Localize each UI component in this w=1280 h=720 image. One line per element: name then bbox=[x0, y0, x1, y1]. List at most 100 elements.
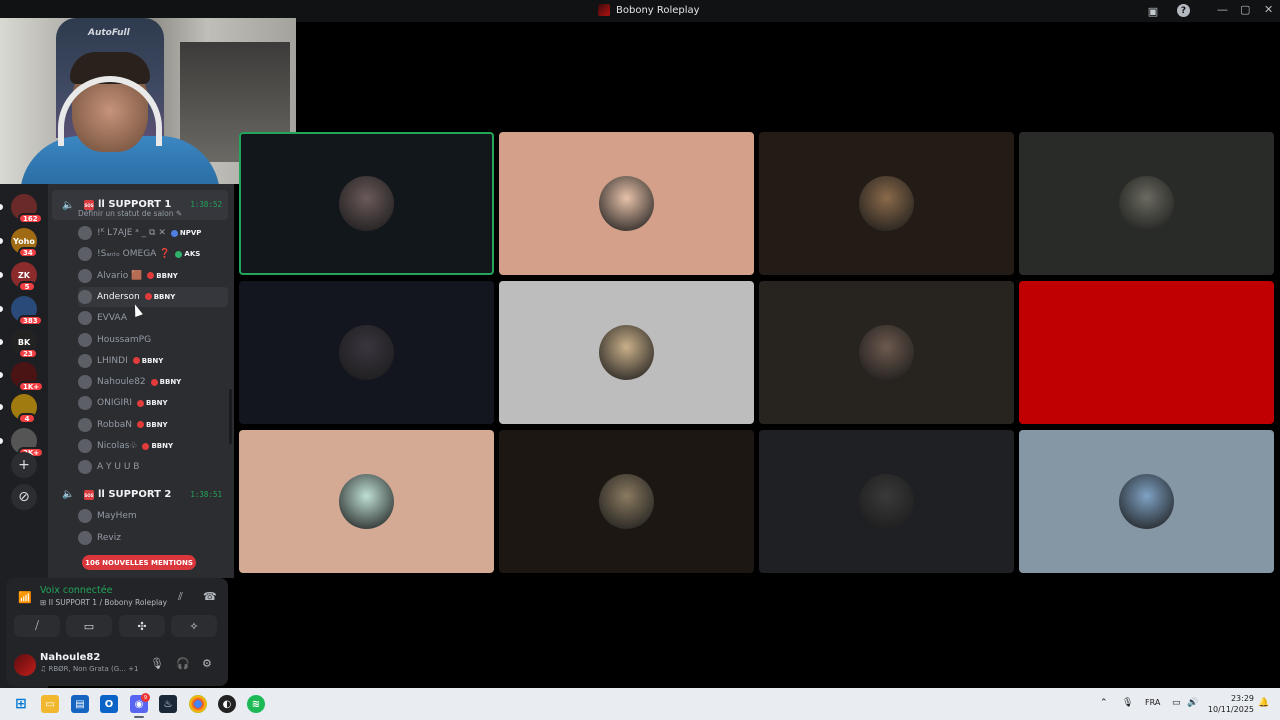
volume-icon[interactable]: 🔊 bbox=[1187, 698, 1198, 708]
tag-badge-icon bbox=[137, 399, 145, 407]
window-title: Bobony Roleplay bbox=[598, 4, 700, 16]
voice-member[interactable]: RobbaN BBNY bbox=[78, 415, 228, 435]
fivem-icon[interactable]: ◐ bbox=[218, 695, 236, 713]
user-status: ♫ RBØR, Non Grata (G... +1 bbox=[40, 665, 139, 673]
participant-tile[interactable] bbox=[759, 430, 1014, 573]
participant-avatar bbox=[1119, 325, 1174, 380]
participant-tile[interactable] bbox=[759, 132, 1014, 275]
member-name: A Y U U B bbox=[97, 462, 140, 473]
participant-tile[interactable] bbox=[1019, 132, 1274, 275]
participant-tile[interactable] bbox=[1019, 430, 1274, 573]
participant-tile[interactable] bbox=[239, 430, 494, 573]
member-avatar bbox=[78, 417, 92, 432]
participant-avatar bbox=[1119, 474, 1174, 529]
signal-icon[interactable]: 📶 bbox=[18, 591, 32, 604]
speaker-icon: 🔈 bbox=[62, 200, 75, 211]
steam-icon[interactable]: ♨ bbox=[159, 695, 177, 713]
tag-text: BBNY bbox=[146, 399, 168, 408]
voice-member[interactable]: Nicolas♧ BBNY bbox=[78, 436, 228, 456]
voice-member[interactable]: MayHem bbox=[78, 506, 228, 526]
inbox-icon[interactable]: ▣ bbox=[1145, 3, 1161, 19]
tray-expand-icon[interactable]: ⌃ bbox=[1100, 698, 1108, 708]
member-avatar bbox=[78, 268, 92, 283]
close-button[interactable]: ✕ bbox=[1264, 3, 1273, 16]
participant-avatar bbox=[339, 176, 394, 231]
participant-tile[interactable] bbox=[239, 281, 494, 424]
member-avatar bbox=[78, 439, 92, 453]
server-unread-dot bbox=[0, 204, 3, 210]
network-icon[interactable]: ▭ bbox=[1172, 698, 1181, 708]
tag-text: BBNY bbox=[151, 442, 174, 450]
voice-member[interactable]: HoussamPG bbox=[78, 330, 228, 350]
server-unread-dot bbox=[0, 372, 3, 378]
tray-microphone-icon[interactable]: 🎙 bbox=[1122, 698, 1133, 708]
server-mention-badge: 4 bbox=[18, 413, 36, 424]
participant-tile[interactable] bbox=[239, 132, 494, 275]
participant-tile[interactable] bbox=[759, 281, 1014, 424]
microphone-icon[interactable]: 🎙 bbox=[150, 657, 164, 670]
user-name[interactable]: Nahoule82 bbox=[40, 652, 100, 663]
tag-badge-icon bbox=[144, 293, 152, 301]
screen-share-button[interactable]: ▭ bbox=[66, 615, 112, 637]
member-avatar bbox=[78, 396, 92, 411]
activities-button[interactable]: ✣ bbox=[119, 615, 165, 637]
voice-member[interactable]: Alvario 🟫 BBNY bbox=[78, 266, 228, 286]
windows-start-icon[interactable]: ⊞ bbox=[12, 695, 30, 713]
channel-status-hint[interactable]: Définir un statut de salon ✎ bbox=[78, 209, 182, 218]
help-icon[interactable]: ? bbox=[1177, 4, 1190, 17]
voice-member[interactable]: !ᴷ L7AJE ᵃ _ ⧉ ✕ NPVP bbox=[78, 223, 228, 243]
participant-tile[interactable] bbox=[499, 430, 754, 573]
system-clock[interactable]: 23:29 10/11/2025 bbox=[1204, 693, 1254, 715]
new-mentions-pill[interactable]: 106 NOUVELLES MENTIONS bbox=[82, 555, 196, 570]
voice-member[interactable]: A Y U U B bbox=[78, 457, 228, 477]
participant-tile[interactable] bbox=[1019, 281, 1274, 424]
spotify-icon[interactable]: ≋ bbox=[247, 695, 265, 713]
discover-icon[interactable]: ⊘ bbox=[11, 484, 37, 510]
participant-tile[interactable] bbox=[499, 281, 754, 424]
channel-list: 🔈 SOS ll SUPPORT 1 1:38:52 Définir un st… bbox=[48, 184, 234, 578]
camera-toggle-button[interactable]: ⧸ bbox=[14, 615, 60, 637]
maximize-button[interactable]: ▢ bbox=[1240, 3, 1250, 16]
voice-member[interactable]: Reviz bbox=[78, 528, 228, 548]
headphones-icon[interactable]: 🎧 bbox=[176, 657, 190, 670]
member-name: MayHem bbox=[97, 511, 137, 521]
noise-suppression-icon[interactable]: ⫽ bbox=[178, 590, 183, 604]
sos-icon: SOS bbox=[84, 490, 94, 500]
voice-channel-support-2[interactable]: 🔈 SOS ll SUPPORT 2 1:38:51 bbox=[52, 485, 228, 505]
server-unread-dot bbox=[0, 438, 3, 444]
chrome-icon[interactable] bbox=[189, 695, 207, 713]
server-unread-dot bbox=[0, 238, 3, 244]
voice-member[interactable]: EVVAA bbox=[78, 308, 228, 328]
voice-connected-panel: 📶 Voix connectée ⊞ II SUPPORT 1 / Bobony… bbox=[6, 578, 228, 644]
voice-member[interactable]: !Sₐₙₜₒ OMEGA ❓ AKS bbox=[78, 244, 228, 264]
server-mention-badge: 383 bbox=[18, 315, 43, 326]
channel-scrollbar[interactable] bbox=[229, 389, 232, 444]
minimize-button[interactable]: — bbox=[1217, 3, 1228, 16]
member-server-tag: NPVP bbox=[170, 229, 201, 237]
file-explorer-icon[interactable]: ▭ bbox=[41, 695, 59, 713]
clock-date: 10/11/2025 bbox=[1207, 705, 1254, 714]
notification-bell-icon[interactable]: 🔔 bbox=[1258, 698, 1269, 708]
voice-member[interactable]: ONIGIRI BBNY bbox=[78, 393, 228, 413]
tag-badge-icon bbox=[170, 229, 178, 237]
voice-status-title[interactable]: Voix connectée bbox=[40, 585, 112, 596]
voice-member[interactable]: Nahoule82 BBNY bbox=[78, 372, 228, 392]
voice-status-subtitle[interactable]: ⊞ II SUPPORT 1 / Bobony Roleplay bbox=[40, 598, 167, 607]
language-indicator[interactable]: FRA bbox=[1145, 698, 1160, 707]
tag-badge-icon bbox=[175, 250, 183, 258]
voice-member[interactable]: LHINDI BBNY bbox=[78, 351, 228, 371]
store-icon[interactable]: ▤ bbox=[71, 695, 89, 713]
user-avatar[interactable] bbox=[14, 654, 36, 676]
settings-gear-icon[interactable]: ⚙ bbox=[202, 657, 212, 670]
speaker-icon: 🔈 bbox=[62, 489, 75, 500]
voice-member[interactable]: Anderson BBNY bbox=[78, 286, 228, 307]
add-server-icon[interactable]: + bbox=[11, 452, 37, 478]
participant-tile[interactable] bbox=[499, 132, 754, 275]
member-avatar bbox=[78, 375, 92, 390]
soundboard-button[interactable]: ✧ bbox=[171, 615, 217, 637]
outlook-icon[interactable]: O bbox=[100, 695, 118, 713]
server-unread-dot bbox=[0, 404, 3, 410]
participant-avatar bbox=[1119, 176, 1174, 231]
member-server-tag: BBNY bbox=[142, 442, 173, 450]
disconnect-icon[interactable]: ☎ bbox=[203, 590, 217, 603]
